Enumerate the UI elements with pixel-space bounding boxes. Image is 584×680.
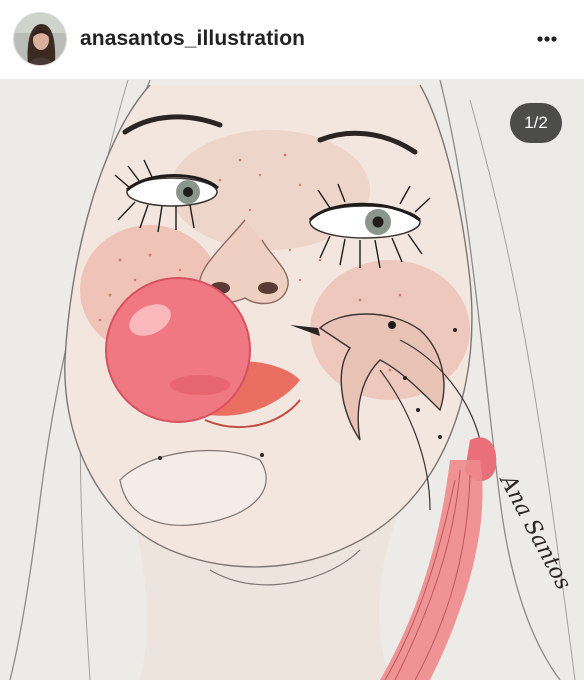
post-image[interactable]: Ana Santos <box>0 80 584 680</box>
more-options-button[interactable] <box>527 24 567 54</box>
username-link[interactable]: anasantos_illustration <box>80 27 305 51</box>
illustration-artwork: Ana Santos <box>0 80 584 680</box>
image-counter-badge: 1/2 <box>510 103 562 143</box>
more-horizontal-icon <box>537 36 557 42</box>
post-header: anasantos_illustration <box>0 0 584 80</box>
avatar[interactable] <box>14 13 66 65</box>
avatar-photo <box>14 13 66 65</box>
